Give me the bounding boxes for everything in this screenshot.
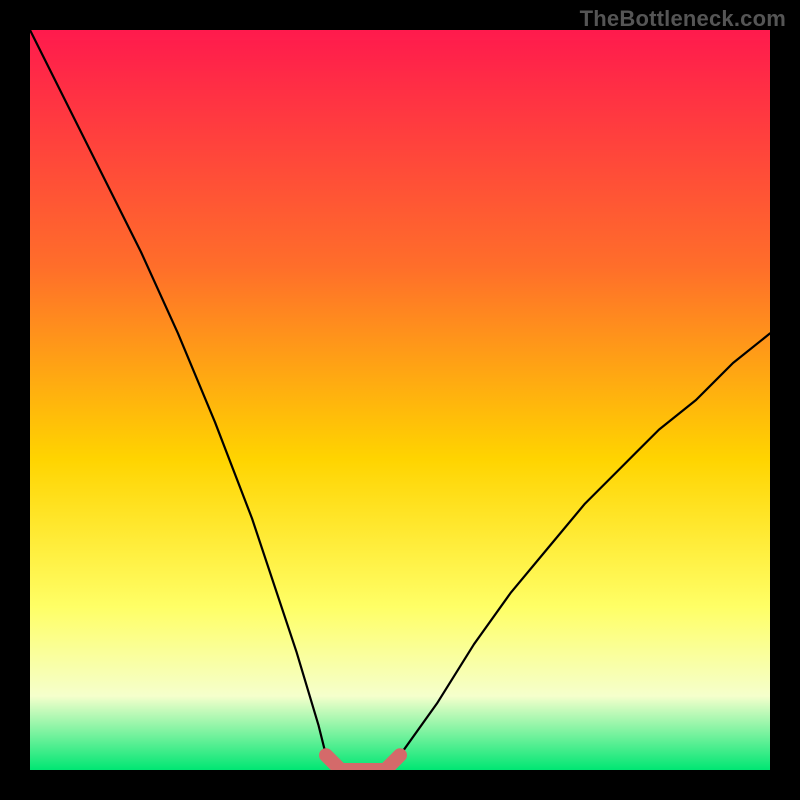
- chart-frame: TheBottleneck.com: [0, 0, 800, 800]
- plot-area: [30, 30, 770, 770]
- watermark-text: TheBottleneck.com: [580, 6, 786, 32]
- bottleneck-chart: [0, 0, 800, 800]
